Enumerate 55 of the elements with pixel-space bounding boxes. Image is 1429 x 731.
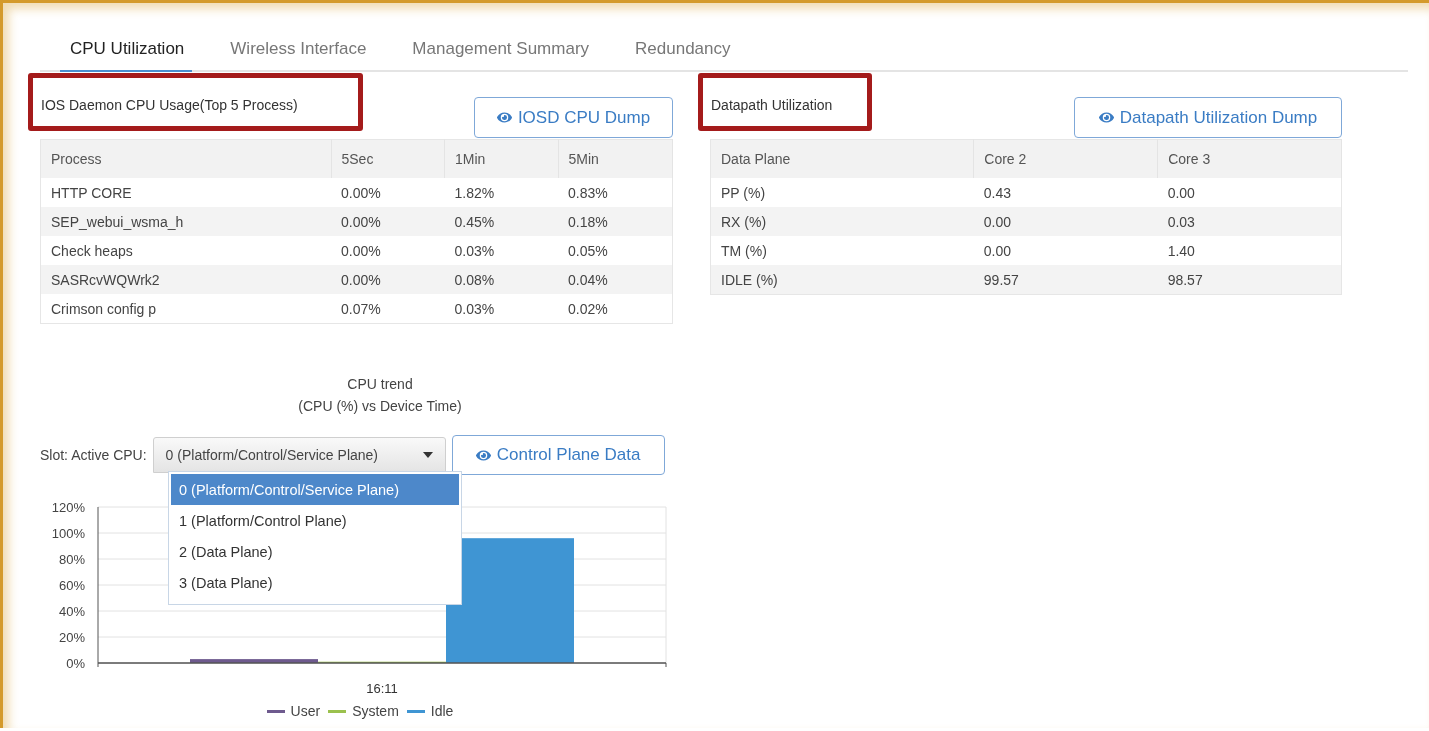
section-title: IOS Daemon CPU Usage(Top 5 Process)	[41, 97, 298, 113]
table-cell: 98.57	[1157, 265, 1342, 295]
table-cell: 0.05%	[558, 236, 673, 265]
table-cell: 0.00	[973, 236, 1158, 265]
column-header: 5Min	[558, 139, 673, 178]
table-cell: RX (%)	[710, 207, 974, 236]
table-cell: TM (%)	[710, 236, 974, 265]
table-cell: 0.00%	[331, 236, 445, 265]
tick-label: 40%	[58, 604, 85, 619]
table-cell: 0.00	[973, 207, 1158, 236]
table-cell: 0.03%	[444, 294, 558, 324]
legend-label: Idle	[430, 703, 454, 719]
tick-label: 0%	[66, 656, 85, 671]
x-tick-label: 16:11	[366, 681, 398, 696]
slot-label: Slot: Active CPU:	[40, 447, 147, 463]
legend-label: User	[290, 703, 321, 719]
table-cell: Crimson config p	[40, 294, 331, 324]
table-cell: PP (%)	[710, 178, 974, 207]
table-cell: 0.02%	[558, 294, 673, 324]
table-cell: HTTP CORE	[40, 178, 331, 207]
table-cell: 0.45%	[444, 207, 558, 236]
table-cell: 0.03	[1157, 207, 1342, 236]
table-cell: SASRcvWQWrk2	[40, 265, 331, 294]
table-cell: 0.03%	[444, 236, 558, 265]
table-cell: IDLE (%)	[710, 265, 974, 295]
tick-label: 60%	[58, 578, 85, 593]
table-cell: 0.83%	[558, 178, 673, 207]
table-cell: 1.82%	[444, 178, 558, 207]
column-header: 5Sec	[331, 139, 445, 178]
table-cell: 0.00	[1157, 178, 1342, 207]
tick-label: 80%	[58, 552, 85, 567]
table-cell: 0.08%	[444, 265, 558, 294]
column-header: Core 3	[1157, 139, 1342, 178]
table-cell: 0.00%	[331, 265, 445, 294]
table-cell: SEP_webui_wsma_h	[40, 207, 331, 236]
table-cell: 0.07%	[331, 294, 445, 324]
section-title: Datapath Utilization	[711, 97, 833, 113]
tick-label: 100%	[51, 526, 85, 541]
column-header: 1Min	[444, 139, 558, 178]
tick-label: 120%	[51, 500, 85, 515]
chart-subtitle: (CPU (%) vs Device Time)	[298, 397, 462, 416]
table-cell: 1.40	[1157, 236, 1342, 265]
table-cell: 0.00%	[331, 178, 445, 207]
column-header: Process	[40, 139, 331, 178]
table-cell: 0.18%	[558, 207, 673, 236]
tick-label: 20%	[58, 630, 85, 645]
column-header: Data Plane	[710, 139, 974, 178]
legend-label: System	[352, 703, 399, 719]
table-cell: 0.04%	[558, 265, 673, 294]
column-header: Core 2	[973, 139, 1158, 178]
table-cell: 0.43	[973, 178, 1158, 207]
table-cell: 0.00%	[331, 207, 445, 236]
chart-title: CPU trend	[347, 375, 413, 394]
table-cell: 99.57	[973, 265, 1158, 295]
table-cell: Check heaps	[40, 236, 331, 265]
